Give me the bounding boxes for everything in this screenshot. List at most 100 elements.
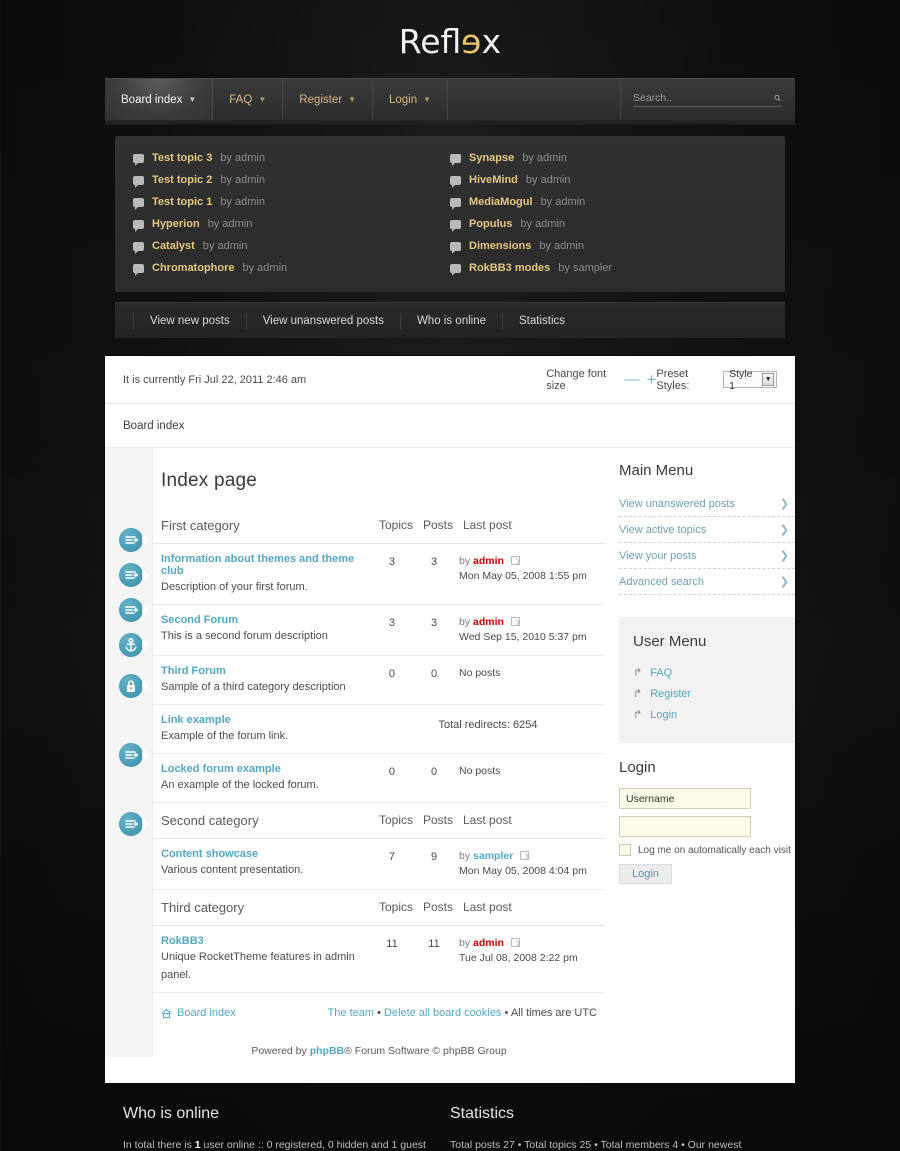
forum-posts-count: 0 [413,753,455,803]
remember-me-row[interactable]: Log me on automatically each visit [619,844,795,856]
subnav-view-unanswered-posts[interactable]: View unanswered posts [245,312,400,329]
row-pointer [143,604,149,616]
login-button[interactable]: Login [619,864,672,884]
chevron-down-icon[interactable]: ▼ [762,373,774,386]
nav-item-login[interactable]: Login ▼ [373,79,449,120]
nav-item-register[interactable]: Register ▼ [283,79,373,120]
topic-title[interactable]: Test topic 2 [152,172,212,188]
topic-title[interactable]: Dimensions [469,238,531,254]
topic-item[interactable]: Chromatophore by admin [133,260,450,276]
goto-last-post-icon[interactable] [510,556,520,565]
nav-item-faq[interactable]: FAQ ▼ [213,79,284,120]
forum-link[interactable]: Third Forum [161,665,365,677]
last-post-author[interactable]: admin [473,555,504,567]
last-post-by-prefix: by [459,850,471,862]
topic-title[interactable]: Test topic 3 [152,150,212,166]
topic-item[interactable]: Populus by admin [450,216,767,232]
phpbb-link[interactable]: phpBB [310,1045,344,1057]
preset-styles-value: Style 1 [729,367,753,392]
forum-link[interactable]: Locked forum example [161,763,365,775]
main-menu-title: Main Menu [619,462,694,479]
forum-link[interactable]: Second Forum [161,614,365,626]
topic-item[interactable]: MediaMogul by admin [450,194,767,210]
topic-item[interactable]: Test topic 3 by admin [133,150,450,166]
nav-item-board-index[interactable]: Board index ▼ [105,79,214,120]
who-is-online-title: Who is online [123,1105,220,1122]
topic-item[interactable]: Test topic 1 by admin [133,194,450,210]
delete-cookies-link[interactable]: Delete all board cookies [384,1007,501,1019]
forum-redirect-count: Total redirects: 6254 [370,704,605,754]
user-menu-item-register[interactable]: ↱ Register [633,683,781,704]
topic-title[interactable]: Chromatophore [152,260,235,276]
topic-title[interactable]: Synapse [469,150,514,166]
subnav-statistics[interactable]: Statistics [502,312,581,329]
last-post-author[interactable]: sampler [473,850,513,862]
main-menu-item-advanced-search[interactable]: Advanced search ❯ [619,569,795,595]
login-title: Login [619,759,656,776]
chevron-right-icon: ❯ [779,524,789,536]
last-post-by-prefix: by [459,616,471,628]
secondary-navbar: View new posts View unanswered posts Who… [115,302,785,338]
search-icon[interactable] [774,92,781,104]
topic-item[interactable]: HiveMind by admin [450,172,767,188]
topic-item[interactable]: RokBB3 modes by sampler [450,260,767,276]
font-decrease-button[interactable]: — [624,372,639,387]
subnav-who-is-online[interactable]: Who is online [399,312,502,329]
login-panel: Login Log me on automatically each visit… [619,743,795,884]
preset-styles-select[interactable]: Style 1 ▼ [723,368,777,392]
topic-title[interactable]: Test topic 1 [152,194,212,210]
user-menu-item-login[interactable]: ↱ Login [633,704,781,725]
topic-author: by admin [522,152,567,164]
font-increase-button[interactable]: + [646,371,656,388]
main-menu-item-unanswered[interactable]: View unanswered posts ❯ [619,491,795,517]
forum-row: Third Forum Sample of a third category d… [153,655,605,705]
forum-link[interactable]: Content showcase [161,848,365,860]
goto-last-post-icon[interactable] [510,938,520,947]
the-team-link[interactable]: The team [328,1007,374,1019]
subnav-view-new-posts[interactable]: View new posts [133,312,246,329]
topic-title[interactable]: Catalyst [152,238,195,254]
topic-item[interactable]: Dimensions by admin [450,238,767,254]
nav-label: Login [388,93,418,106]
forum-link[interactable]: RokBB3 [161,935,365,947]
site-logo[interactable]: Reflex [399,22,501,61]
topic-title[interactable]: RokBB3 modes [469,260,550,276]
topic-item[interactable]: Catalyst by admin [133,238,450,254]
main-menu-item-active-topics[interactable]: View active topics ❯ [619,517,795,543]
powered-by-text: Powered by phpBB® Forum Software © phpBB… [153,1019,605,1057]
topic-title[interactable]: HiveMind [469,172,518,188]
password-field[interactable] [619,816,751,837]
row-pointer [143,639,149,651]
topic-item[interactable]: Synapse by admin [450,150,767,166]
statistics-title: Statistics [450,1105,515,1122]
forum-row: Content showcase Various content present… [153,838,605,890]
user-menu-item-faq[interactable]: ↱ FAQ [633,662,781,683]
goto-last-post-icon[interactable] [510,617,520,626]
forum-description: Various content presentation. [161,864,304,876]
main-menu-item-your-posts[interactable]: View your posts ❯ [619,543,795,569]
topic-item[interactable]: Test topic 2 by admin [133,172,450,188]
forum-link[interactable]: Link example [161,714,365,726]
goto-last-post-icon[interactable] [520,851,530,860]
statistics-panel: Statistics Total posts 27 • Total topics… [450,1105,777,1151]
comment-bubble-icon [133,153,144,166]
forum-posts-count: 0 [413,655,455,705]
forum-row: Information about themes and theme club … [153,543,605,605]
topic-title[interactable]: Populus [469,216,512,232]
footer-board-index-link[interactable]: Board index [161,1007,236,1019]
search-input[interactable] [633,92,768,104]
breadcrumb-board-index[interactable]: Board index [123,420,184,432]
content-panel: It is currently Fri Jul 22, 2011 2:46 am… [105,356,795,1083]
topic-title[interactable]: Hyperion [152,216,200,232]
menu-label: View active topics [619,523,707,536]
forum-link[interactable]: Information about themes and theme club [161,553,365,577]
last-post-author[interactable]: admin [473,937,504,949]
remember-me-checkbox[interactable] [619,844,631,856]
topic-title[interactable]: MediaMogul [469,194,533,210]
username-field[interactable] [619,788,751,809]
forum-topics-count: 0 [370,753,413,803]
last-post-author[interactable]: admin [473,616,504,628]
topic-item[interactable]: Hyperion by admin [133,216,450,232]
menu-label: View unanswered posts [619,497,735,510]
search-box[interactable] [633,92,781,107]
